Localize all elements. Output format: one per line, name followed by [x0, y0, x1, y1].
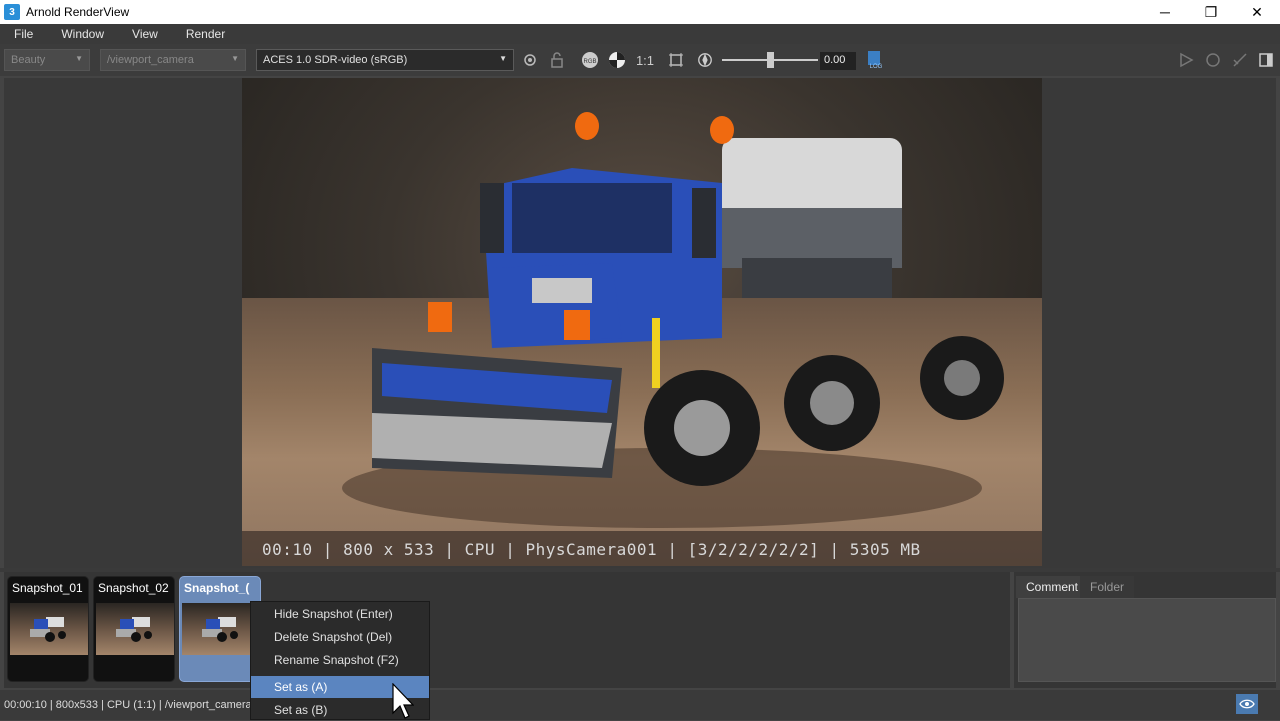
- snapshot-thumbnail: [182, 603, 260, 655]
- render-image[interactable]: [242, 78, 1042, 566]
- crop-icon[interactable]: [668, 52, 684, 68]
- snapshot-label: Snapshot_(: [184, 581, 250, 595]
- side-panel: Comment Folder: [1014, 572, 1276, 688]
- render-info-bar: 00:10 | 800 x 533 | CPU | PhysCamera001 …: [242, 531, 1042, 566]
- play-icon[interactable]: [1178, 52, 1194, 68]
- menu-view[interactable]: View: [118, 27, 172, 41]
- region-icon[interactable]: [522, 52, 538, 68]
- rgb-channel-button[interactable]: RGB: [581, 52, 599, 68]
- rgb-label: RGB: [583, 59, 596, 65]
- toolbar: Beauty ▼ /viewport_camera ▼ ACES 1.0 SDR…: [0, 44, 1280, 76]
- menu-render[interactable]: Render: [172, 27, 239, 41]
- chevron-down-icon: ▼: [75, 54, 83, 63]
- snapshot-panel: Snapshot_01 Snapshot_02 Snapshot_(: [4, 572, 1010, 688]
- eye-icon[interactable]: [1236, 694, 1258, 714]
- status-text: 00:00:10 | 800x533 | CPU (1:1) | /viewpo…: [4, 699, 252, 711]
- restore-button[interactable]: ❐: [1188, 0, 1234, 24]
- menu-bar: File Window View Render: [0, 24, 1280, 44]
- color-transform-select[interactable]: ACES 1.0 SDR-video (sRGB) ▼: [256, 49, 514, 71]
- tab-folder[interactable]: Folder: [1080, 576, 1135, 598]
- close-button[interactable]: ✕: [1234, 0, 1280, 24]
- menu-item-delete-snapshot[interactable]: Delete Snapshot (Del): [251, 626, 429, 648]
- status-bar: 00:00:10 | 800x533 | CPU (1:1) | /viewpo…: [0, 690, 1280, 720]
- truck-illustration: [342, 112, 1004, 528]
- title-bar: 3 Arnold RenderView ─ ❐ ✕: [0, 0, 1280, 24]
- camera-value: /viewport_camera: [107, 54, 194, 66]
- snapshot-thumbnail: [10, 603, 88, 655]
- window-title: Arnold RenderView: [26, 5, 130, 19]
- snapshot-tile[interactable]: Snapshot_01: [7, 576, 89, 682]
- comment-field[interactable]: [1018, 598, 1276, 682]
- minimize-button[interactable]: ─: [1142, 0, 1188, 24]
- snapshot-label: Snapshot_02: [98, 581, 169, 595]
- exposure-icon[interactable]: [697, 52, 713, 68]
- menu-item-hide-snapshot[interactable]: Hide Snapshot (Enter): [251, 603, 429, 625]
- chevron-down-icon: ▼: [499, 54, 507, 63]
- snapshot-tile-selected[interactable]: Snapshot_(: [179, 576, 261, 682]
- aov-select[interactable]: Beauty ▼: [4, 49, 90, 71]
- color-transform-value: ACES 1.0 SDR-video (sRGB): [263, 54, 408, 66]
- log-icon[interactable]: LOG: [866, 51, 884, 70]
- tab-comment[interactable]: Comment: [1016, 576, 1089, 598]
- menu-file[interactable]: File: [0, 27, 47, 41]
- lock-icon[interactable]: [549, 52, 565, 68]
- aov-value: Beauty: [11, 54, 46, 66]
- menu-window[interactable]: Window: [47, 27, 118, 41]
- ipr-icon[interactable]: [1232, 52, 1248, 68]
- mouse-cursor-icon: [392, 683, 414, 719]
- chevron-down-icon: ▼: [231, 54, 239, 63]
- checker-icon[interactable]: [608, 52, 626, 68]
- app-icon: 3: [4, 4, 20, 20]
- snapshot-label: Snapshot_01: [12, 581, 83, 595]
- panel-toggle-icon[interactable]: [1258, 52, 1274, 68]
- refresh-icon[interactable]: [1205, 52, 1221, 68]
- snapshot-tile[interactable]: Snapshot_02: [93, 576, 175, 682]
- log-label: LOG: [870, 64, 883, 70]
- menu-item-rename-snapshot[interactable]: Rename Snapshot (F2): [251, 649, 429, 671]
- camera-select[interactable]: /viewport_camera ▼: [100, 49, 246, 71]
- ratio-label[interactable]: 1:1: [634, 52, 656, 68]
- snapshot-thumbnail: [96, 603, 174, 655]
- exposure-value[interactable]: 0.00: [820, 52, 856, 70]
- exposure-slider-handle[interactable]: [767, 52, 774, 68]
